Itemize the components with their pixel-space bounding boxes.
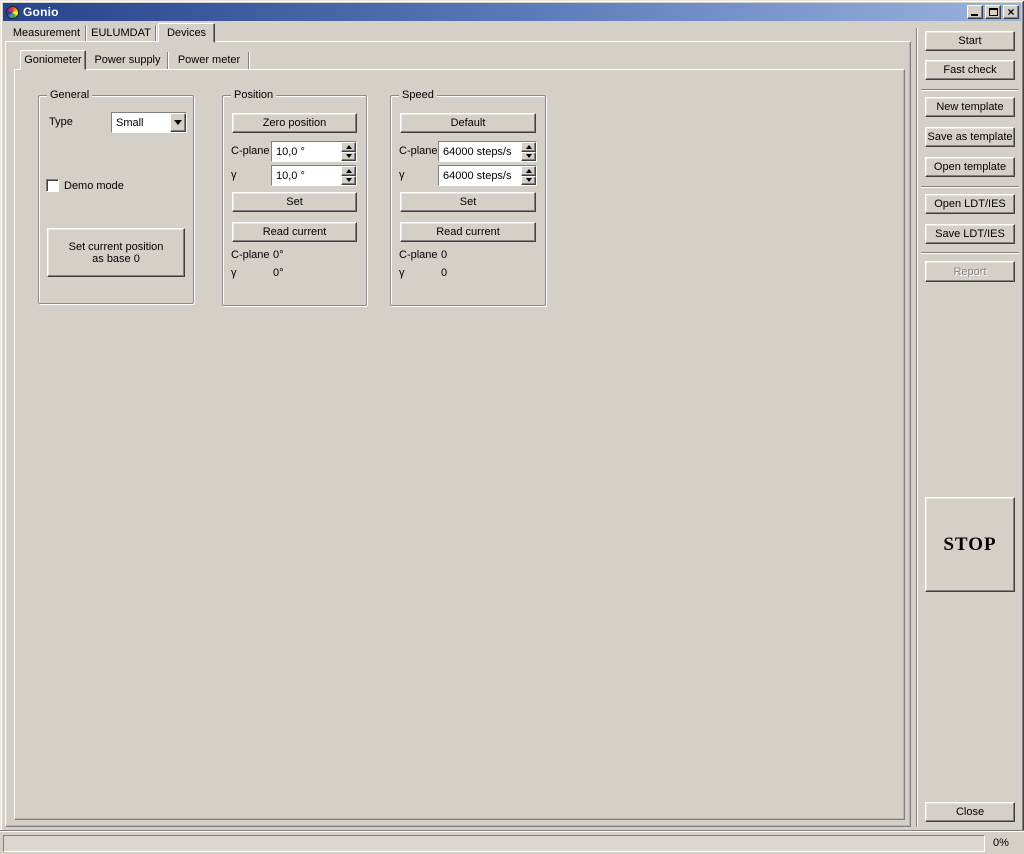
speed-gamma-label: γ [399,169,405,182]
speed-groupbox-title: Speed [399,89,437,102]
position-gamma-spinner[interactable] [271,165,357,186]
start-button[interactable]: Start [925,31,1015,51]
progress-label: 0% [993,837,1009,849]
save-as-template-button[interactable]: Save as template [925,127,1015,147]
minimize-button[interactable] [967,5,983,19]
open-template-button[interactable]: Open template [925,157,1015,177]
type-label: Type [49,116,73,129]
spin-down-button[interactable] [341,176,356,186]
speed-current-gamma-label: γ [399,267,405,280]
window-title: Gonio [23,5,59,19]
tab-eulumdat[interactable]: EULUMDAT [87,25,156,42]
speed-gamma-input[interactable] [439,166,521,185]
tab-measurement[interactable]: Measurement [8,25,86,42]
speed-current-cplane-value: 0 [441,249,447,262]
close-button[interactable]: Close [925,802,1015,822]
sidebar-separator [921,252,1019,254]
zero-position-button[interactable]: Zero position [232,113,357,133]
spin-up-icon [346,145,352,149]
position-current-gamma-label: γ [231,267,237,280]
position-groupbox: Position Zero position C-plane γ Set Rea… [222,95,367,306]
fast-check-button[interactable]: Fast check [925,60,1015,80]
app-window: Gonio × Measurement EULUMDAT Devices Gon… [0,0,1024,854]
speed-current-gamma-value: 0 [441,267,447,280]
position-groupbox-title: Position [231,89,276,102]
position-current-cplane-label: C-plane [231,249,270,262]
progress-bar [3,835,985,852]
maximize-icon [989,8,998,16]
stop-button[interactable]: STOP [925,497,1015,592]
position-gamma-input[interactable] [272,166,341,185]
maximize-button[interactable] [985,5,1001,19]
speed-cplane-input[interactable] [439,142,521,161]
position-read-current-button[interactable]: Read current [232,222,357,242]
demo-mode-label[interactable]: Demo mode [64,180,124,193]
close-window-button[interactable]: × [1003,5,1019,19]
set-base-button[interactable]: Set current position as base 0 [47,228,185,277]
minimize-icon [971,14,978,16]
dropdown-button[interactable] [170,113,186,132]
general-groupbox: General Type Demo mode Set current posit… [38,95,194,304]
spin-up-button[interactable] [521,166,536,176]
position-current-gamma-value: 0° [273,267,284,280]
spin-up-icon [526,145,532,149]
speed-current-cplane-label: C-plane [399,249,438,262]
spin-down-icon [526,154,532,158]
general-groupbox-title: General [47,89,92,102]
speed-set-button[interactable]: Set [400,192,536,212]
subtab-goniometer[interactable]: Goniometer [20,50,86,70]
type-dropdown-value[interactable] [112,113,170,132]
type-dropdown[interactable] [111,112,187,133]
subtab-power-meter[interactable]: Power meter [170,52,249,69]
position-current-cplane-value: 0° [273,249,284,262]
spin-up-button[interactable] [521,142,536,152]
position-gamma-label: γ [231,169,237,182]
spin-up-button[interactable] [341,142,356,152]
save-ldt-ies-button[interactable]: Save LDT/IES [925,224,1015,244]
speed-read-current-button[interactable]: Read current [400,222,536,242]
position-cplane-input[interactable] [272,142,341,161]
position-cplane-label: C-plane [231,145,270,158]
open-ldt-ies-button[interactable]: Open LDT/IES [925,194,1015,214]
speed-groupbox: Speed Default C-plane γ Set Read current… [390,95,546,306]
new-template-button[interactable]: New template [925,97,1015,117]
speed-gamma-spinner[interactable] [438,165,537,186]
position-set-button[interactable]: Set [232,192,357,212]
subtab-power-supply[interactable]: Power supply [88,52,168,69]
spin-up-button[interactable] [341,166,356,176]
spin-down-icon [346,178,352,182]
sidebar-separator [921,89,1019,91]
sidebar-separator [921,186,1019,188]
spin-down-button[interactable] [521,176,536,186]
demo-mode-checkbox[interactable] [46,179,59,192]
spin-down-icon [346,154,352,158]
tab-devices[interactable]: Devices [158,23,215,43]
sidebar-divider [916,28,918,827]
spin-up-icon [346,169,352,173]
spin-down-button[interactable] [521,152,536,162]
spin-up-icon [526,169,532,173]
speed-default-button[interactable]: Default [400,113,536,133]
report-button[interactable]: Report [925,261,1015,282]
chevron-down-icon [174,120,182,125]
status-bar: 0% [0,830,1024,854]
app-icon [6,6,19,19]
speed-cplane-label: C-plane [399,145,438,158]
title-bar: Gonio × [3,3,1021,21]
speed-cplane-spinner[interactable] [438,141,537,162]
close-icon: × [1007,7,1014,17]
spin-down-icon [526,178,532,182]
position-cplane-spinner[interactable] [271,141,357,162]
spin-down-button[interactable] [341,152,356,162]
